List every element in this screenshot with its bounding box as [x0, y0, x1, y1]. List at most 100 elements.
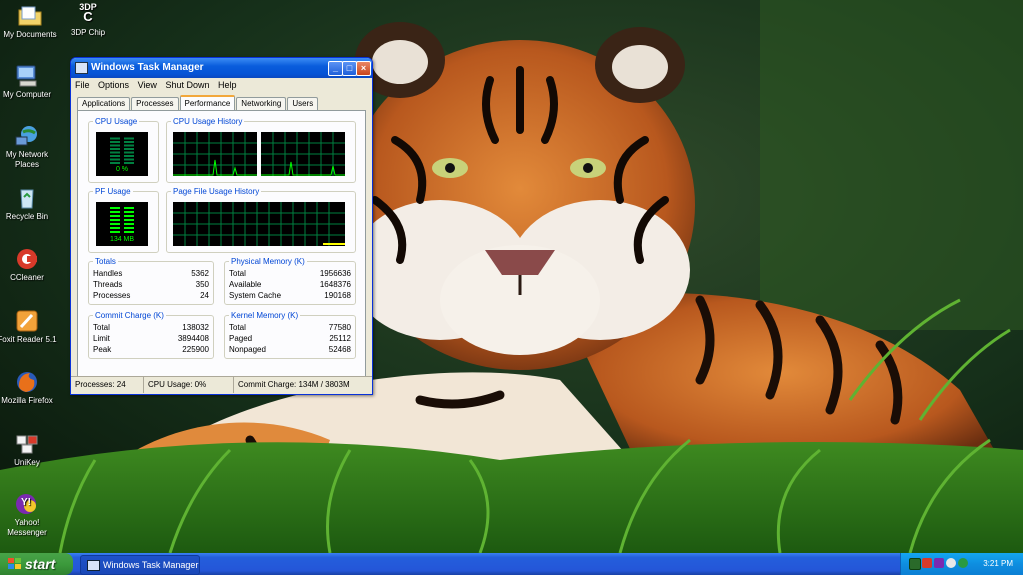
pf-usage-group: PF Usage 134 MB — [88, 187, 159, 253]
desktop-icon-label: My Computer — [2, 90, 51, 99]
stat-label: Processes — [93, 291, 131, 300]
title-bar[interactable]: Windows Task Manager _ □ × — [71, 58, 372, 78]
pf-usage-value: 134 MB — [109, 236, 135, 243]
clock[interactable]: 3:21 PM — [983, 553, 1013, 575]
desktop-icon-unikey[interactable]: UniKey — [0, 432, 57, 468]
stat-label: Available — [229, 280, 262, 289]
stat-value: 1648376 — [319, 280, 351, 289]
cpu-history-graph-1 — [173, 132, 257, 176]
taskbar-button-task-manager[interactable]: Windows Task Manager — [80, 555, 200, 575]
desktop-icon-mozilla-firefox[interactable]: Mozilla Firefox — [0, 370, 57, 406]
stat-row: Nonpaged 52468 — [229, 345, 351, 355]
tab-strip: Applications Processes Performance Netwo… — [77, 95, 319, 111]
cpu-usage-group: CPU Usage 0 % — [88, 117, 159, 183]
tab-networking[interactable]: Networking — [236, 97, 287, 110]
status-commit-charge: Commit Charge: 134M / 3803M — [233, 377, 370, 393]
tab-performance[interactable]: Performance — [179, 95, 236, 111]
taskbar: start Windows Task Manager 3:21 PM — [0, 553, 1023, 575]
stat-row: Handles 5362 — [93, 269, 209, 279]
desktop-icon-label: Yahoo! Messenger — [7, 518, 47, 537]
stat-row: Peak 225900 — [93, 345, 209, 355]
stat-row: System Cache 190168 — [229, 291, 351, 301]
cpu-history-graph-2 — [261, 132, 345, 176]
group-title: Physical Memory (K) — [229, 257, 307, 266]
group-title: CPU Usage History — [171, 117, 245, 126]
desktop-icon-recycle-bin[interactable]: Recycle Bin — [0, 186, 57, 222]
desktop-icon-3dp-chip[interactable]: 3DP C 3DP Chip — [58, 2, 118, 38]
stat-row: Paged 25112 — [229, 334, 351, 344]
task-manager-icon — [75, 62, 88, 74]
shield-icon[interactable] — [958, 558, 968, 568]
group-title: PF Usage — [93, 187, 133, 196]
status-cpu-usage: CPU Usage: 0% — [143, 377, 232, 393]
menu-bar: File Options View Shut Down Help — [71, 78, 372, 92]
stat-row: Limit 3894408 — [93, 334, 209, 344]
group-title: Commit Charge (K) — [93, 311, 166, 320]
cpu-meter-segment — [110, 148, 120, 150]
desktop-icon-foxit-reader[interactable]: Foxit Reader 5.1 — [0, 309, 57, 345]
tab-users[interactable]: Users — [287, 97, 319, 110]
desktop-icon-label: My Documents — [3, 30, 57, 39]
start-label: start — [25, 556, 56, 572]
stat-value: 52468 — [328, 345, 351, 354]
maximize-button[interactable]: □ — [342, 61, 357, 76]
yahoo-messenger-icon: Y! — [14, 492, 40, 516]
clock-tray-icon[interactable] — [946, 558, 956, 568]
minimize-button[interactable]: _ — [328, 61, 343, 76]
unikey-icon — [14, 432, 40, 456]
task-manager-icon — [87, 560, 100, 571]
stat-row: Total 138032 — [93, 323, 209, 333]
stat-value: 138032 — [182, 323, 209, 332]
computer-icon — [14, 64, 40, 88]
group-title: Page File Usage History — [171, 187, 262, 196]
tab-applications[interactable]: Applications — [77, 97, 131, 110]
stat-label: Limit — [93, 334, 110, 343]
desktop-icon-my-documents[interactable]: My Documents — [0, 4, 60, 40]
cpu-meter-segment — [110, 158, 120, 161]
stat-label: Peak — [93, 345, 112, 354]
stat-value: 24 — [200, 291, 209, 300]
start-button[interactable]: start — [0, 553, 73, 575]
stat-label: Nonpaged — [229, 345, 266, 354]
cpu-meter-segment — [124, 137, 134, 140]
desktop-icon-label: CCleaner — [10, 273, 44, 282]
yahoo-tray-icon[interactable] — [934, 558, 944, 568]
menu-shut-down[interactable]: Shut Down — [165, 80, 209, 90]
group-title: CPU Usage — [93, 117, 140, 126]
group-title: Totals — [93, 257, 118, 266]
desktop-icon-my-network-places[interactable]: My Network Places — [0, 124, 57, 170]
tab-processes[interactable]: Processes — [131, 97, 179, 110]
close-button[interactable]: × — [356, 61, 371, 76]
cpu-meter-segment — [110, 144, 120, 147]
menu-view[interactable]: View — [138, 80, 157, 90]
totals-group: Totals Handles 5362 Threads 350 Processes 2… — [88, 257, 214, 305]
menu-file[interactable]: File — [75, 80, 90, 90]
cpu-meter-segment — [110, 141, 120, 143]
desktop-icon-label: Foxit Reader 5.1 — [0, 335, 57, 344]
stat-label: Paged — [229, 334, 253, 343]
foxit-reader-icon — [14, 309, 40, 333]
chip-icon: 3DP C — [79, 2, 97, 24]
menu-help[interactable]: Help — [218, 80, 237, 90]
cpu-meter-segment — [124, 155, 134, 157]
stat-value: 190168 — [324, 291, 351, 300]
menu-options[interactable]: Options — [98, 80, 129, 90]
unikey-tray-icon[interactable] — [922, 558, 932, 568]
desktop-icon-my-computer[interactable]: My Computer — [0, 64, 57, 100]
stat-label: Total — [93, 323, 110, 332]
cpu-usage-meter: 0 % — [96, 132, 148, 176]
group-title: Kernel Memory (K) — [229, 311, 301, 320]
desktop-icon-yahoo-messenger[interactable]: Y! Yahoo! Messenger — [0, 492, 57, 538]
task-manager-window[interactable]: Windows Task Manager _ □ × File Options … — [70, 57, 373, 395]
stat-row: Processes 24 — [93, 291, 209, 301]
task-manager-tray-icon[interactable] — [909, 558, 921, 570]
network-icon — [14, 124, 40, 148]
commit-charge-group: Commit Charge (K) Total 138032 Limit 38944… — [88, 311, 214, 359]
stat-label: Threads — [93, 280, 123, 289]
status-bar: Processes: 24 CPU Usage: 0% Commit Charg… — [71, 376, 372, 394]
desktop-icon-ccleaner[interactable]: CCleaner — [0, 247, 57, 283]
cpu-meter-segment — [110, 155, 120, 157]
kernel-memory-group: Kernel Memory (K) Total 77580 Paged 25112 … — [224, 311, 356, 359]
performance-panel: CPU Usage 0 % CPU Usage History PF Usage… — [77, 110, 366, 377]
cpu-history-group: CPU Usage History — [166, 117, 356, 183]
